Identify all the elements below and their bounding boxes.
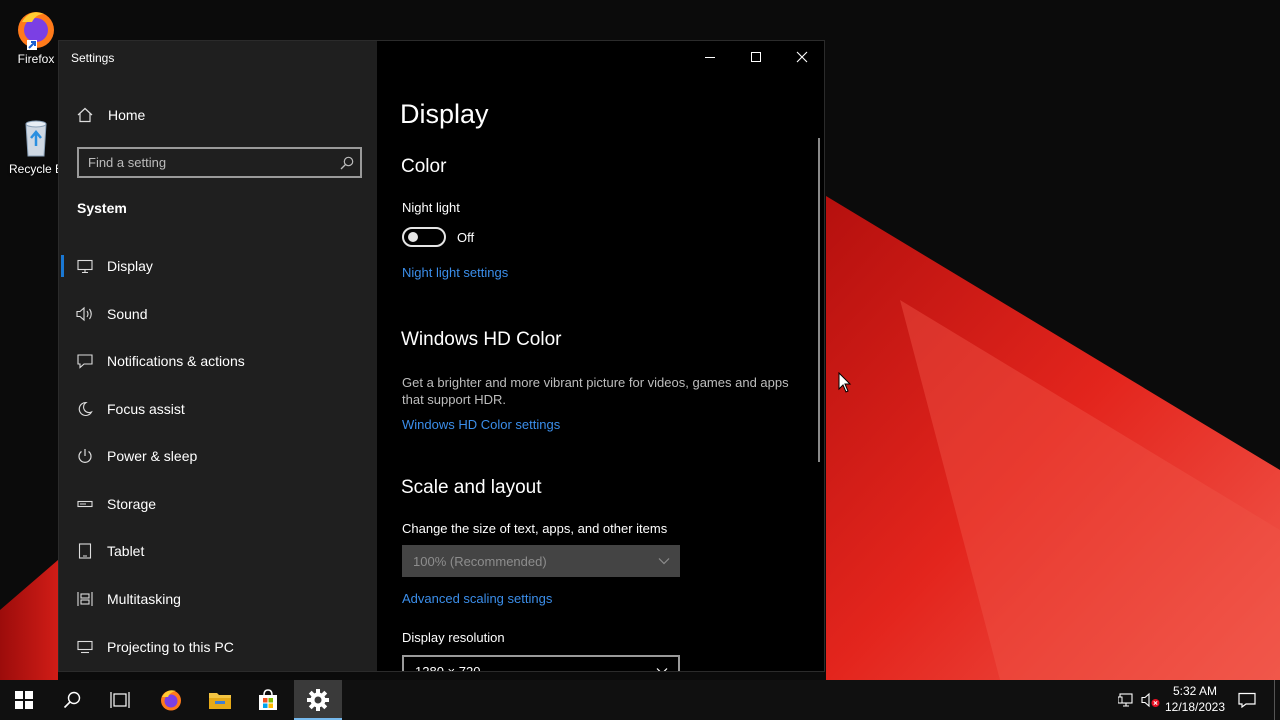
tablet-icon [76, 542, 94, 560]
hd-color-description: Get a brighter and more vibrant picture … [402, 375, 789, 407]
desktop-icon-label: Recycle B [8, 162, 64, 176]
speaker-icon [76, 305, 94, 323]
settings-window: Settings Home System Display Sound [58, 40, 825, 672]
clock-date: 12/18/2023 [1164, 700, 1226, 714]
task-view-icon [110, 692, 130, 708]
taskbar: 5:32 AM 12/18/2023 [0, 680, 1280, 720]
night-light-label: Night light [402, 200, 460, 215]
sidebar-item-tablet[interactable]: Tablet [59, 531, 377, 571]
advanced-scaling-link[interactable]: Advanced scaling settings [402, 591, 552, 606]
section-heading-system: System [77, 200, 127, 216]
taskbar-search-button[interactable] [48, 680, 96, 720]
taskbar-settings-button[interactable] [294, 680, 342, 720]
night-light-state: Off [457, 230, 475, 245]
search-icon [63, 691, 81, 709]
network-icon-glyph [1118, 693, 1133, 707]
sidebar-item-sound[interactable]: Sound [59, 294, 377, 334]
hd-color-settings-link[interactable]: Windows HD Color settings [402, 417, 560, 432]
scale-label: Change the size of text, apps, and other… [402, 521, 668, 536]
search-input[interactable] [79, 155, 334, 170]
scale-dropdown[interactable]: 100% (Recommended) [402, 545, 680, 577]
resolution-dropdown-value: 1280 × 720 [415, 663, 481, 672]
home-icon [76, 106, 94, 124]
system-clock[interactable]: 5:32 AM 12/18/2023 [1160, 683, 1230, 715]
sidebar-item-multitasking[interactable]: Multitasking [59, 579, 377, 619]
scrollbar[interactable] [818, 138, 820, 462]
chevron-down-icon [658, 558, 670, 565]
night-light-toggle[interactable] [402, 227, 446, 247]
window-title: Settings [71, 51, 115, 65]
sidebar-item-home[interactable]: Home [59, 103, 377, 127]
content-pane: Display Color Night light Off Night ligh… [377, 41, 824, 672]
search-box [77, 147, 362, 178]
sidebar-item-notifications[interactable]: Notifications & actions [59, 341, 377, 381]
taskbar-store-button[interactable] [244, 680, 292, 720]
clock-time: 5:32 AM [1172, 684, 1218, 698]
file-explorer-icon [209, 693, 231, 709]
sidebar-item-label: Notifications & actions [107, 353, 245, 369]
power-icon [76, 447, 94, 465]
toggle-knob [408, 232, 418, 242]
resolution-dropdown[interactable]: 1280 × 720 [402, 655, 680, 672]
settings-icon [307, 689, 329, 711]
search-icon[interactable] [334, 156, 360, 170]
firefox-icon [161, 690, 181, 711]
sidebar-item-display[interactable]: Display [59, 246, 377, 286]
sidebar-item-label: Display [107, 258, 153, 274]
sidebar-item-label: Projecting to this PC [107, 639, 234, 655]
store-icon [259, 689, 277, 710]
projecting-icon [76, 638, 94, 656]
taskbar-file-explorer-button[interactable] [196, 680, 244, 720]
sidebar-item-power-sleep[interactable]: Power & sleep [59, 436, 377, 476]
desktop-icon-label: Firefox [17, 52, 55, 66]
sidebar-item-label: Home [108, 107, 146, 123]
action-center-button[interactable] [1237, 690, 1257, 710]
sidebar-item-focus-assist[interactable]: Focus assist [59, 389, 377, 429]
minimize-icon [705, 57, 715, 58]
volume-icon[interactable] [1141, 690, 1161, 710]
storage-icon [76, 495, 94, 513]
night-light-settings-link[interactable]: Night light settings [402, 265, 508, 280]
taskbar-firefox-button[interactable] [147, 680, 195, 720]
action-center-icon [1238, 692, 1256, 708]
minimize-button[interactable] [687, 41, 733, 73]
network-icon[interactable] [1117, 690, 1137, 710]
maximize-button[interactable] [733, 41, 779, 73]
sidebar: Settings Home System Display Sound [59, 41, 377, 671]
hd-color-heading: Windows HD Color [401, 329, 562, 350]
sidebar-item-label: Power & sleep [107, 448, 198, 464]
chevron-down-icon [656, 668, 668, 671]
monitor-icon [76, 257, 94, 275]
moon-icon [76, 400, 94, 418]
sidebar-item-storage[interactable]: Storage [59, 484, 377, 524]
start-button[interactable] [0, 680, 48, 720]
multitasking-icon [76, 590, 94, 608]
sidebar-item-label: Focus assist [107, 401, 185, 417]
color-heading: Color [401, 156, 447, 177]
task-view-button[interactable] [96, 680, 144, 720]
volume-muted-icon [1141, 692, 1160, 708]
sidebar-item-label: Sound [107, 306, 148, 322]
close-button[interactable] [779, 41, 824, 73]
scale-layout-heading: Scale and layout [401, 477, 542, 498]
close-icon [796, 51, 808, 63]
firefox-icon [14, 6, 58, 50]
resolution-label: Display resolution [402, 630, 505, 645]
scale-dropdown-value: 100% (Recommended) [413, 553, 547, 569]
page-title: Display [400, 99, 489, 129]
recycle-bin-icon [14, 116, 58, 160]
sidebar-item-projecting[interactable]: Projecting to this PC [59, 627, 377, 667]
notification-icon [76, 352, 94, 370]
mouse-cursor-icon [838, 372, 852, 393]
sidebar-item-label: Tablet [107, 543, 145, 559]
maximize-icon [751, 52, 761, 62]
show-desktop-button[interactable] [1274, 680, 1275, 720]
sidebar-item-label: Storage [107, 496, 157, 512]
sidebar-item-label: Multitasking [107, 591, 181, 607]
start-icon [15, 691, 33, 709]
